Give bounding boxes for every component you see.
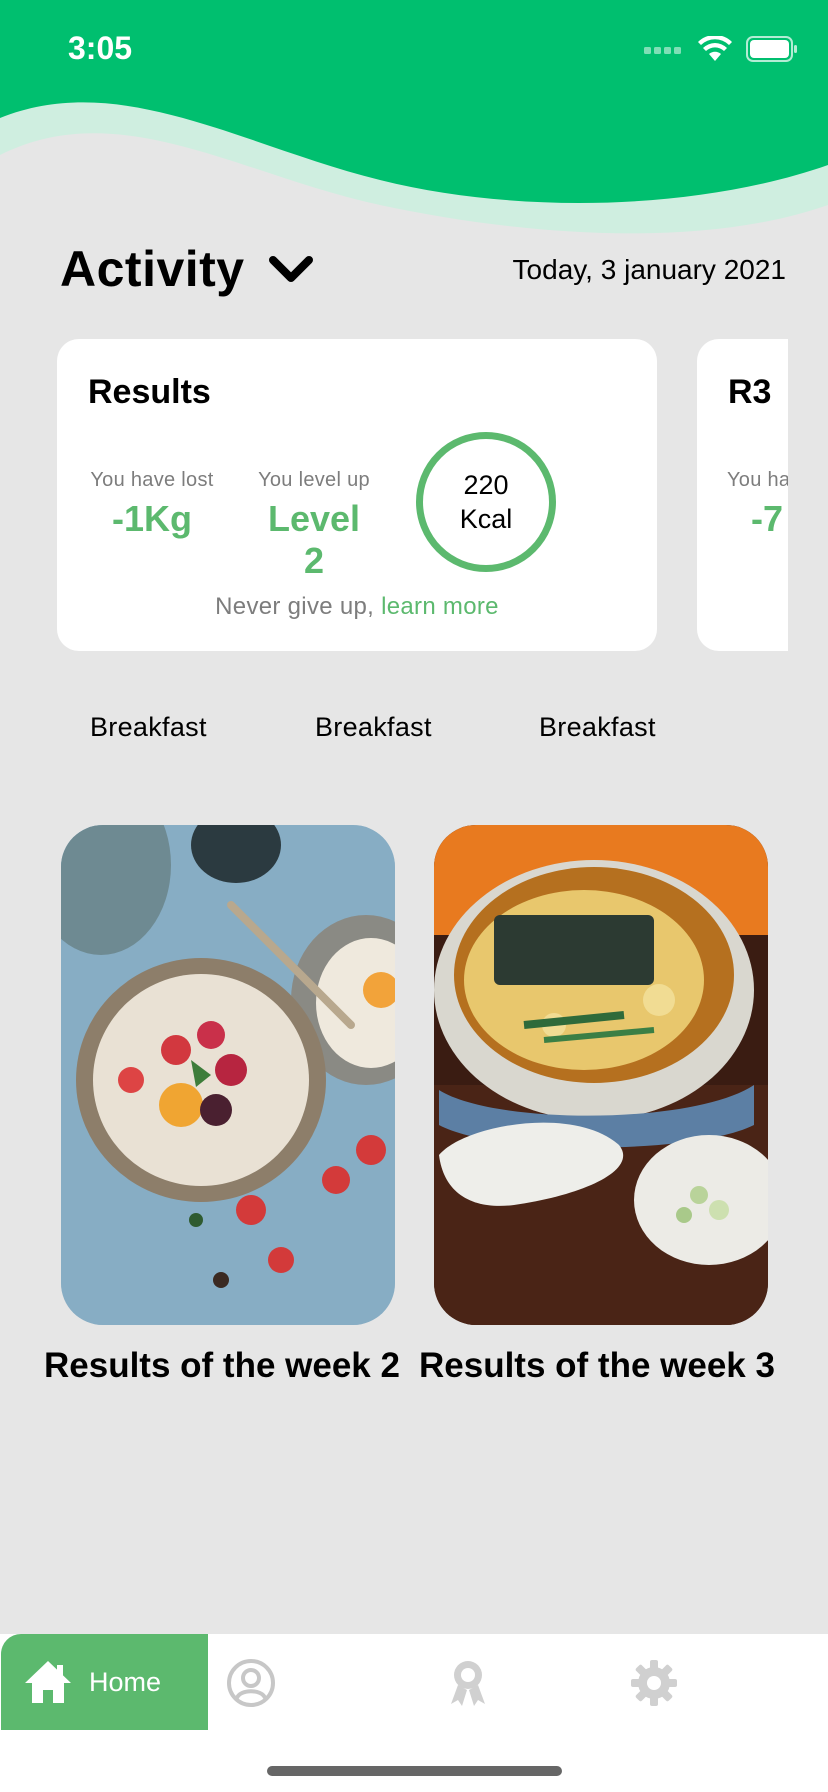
activity-title: Activity: [60, 241, 245, 297]
battery-icon: [746, 36, 797, 62]
food-photo-oatmeal-bowl[interactable]: [61, 825, 395, 1325]
home-indicator: [267, 1766, 562, 1776]
meal-tab-breakfast[interactable]: Breakfast: [315, 712, 432, 743]
status-bar: 3:05: [0, 0, 828, 100]
meal-tabs: Breakfast Breakfast Breakfast: [0, 712, 828, 752]
profile-icon[interactable]: [226, 1658, 276, 1708]
nav-home-label: Home: [89, 1666, 162, 1697]
motto-text: Never give up, learn more: [57, 593, 657, 621]
settings-icon[interactable]: [629, 1658, 679, 1708]
results-card-peek[interactable]: R3 You ha -7: [697, 339, 788, 651]
card-title: R3: [728, 373, 772, 411]
photo-caption: Results of the week 2: [44, 1346, 400, 1385]
level-stat: You level up Level 2: [254, 469, 374, 582]
weight-lost-stat: You have lost -1Kg: [87, 469, 217, 540]
food-photo-ramen-bowl[interactable]: [434, 825, 768, 1325]
weight-lost-value: -1Kg: [112, 498, 192, 539]
photo-caption: Results of the week 3: [419, 1346, 775, 1385]
date-label: Today, 3 january 2021: [512, 254, 786, 285]
status-time: 3:05: [68, 30, 133, 66]
weight-lost-value: -7: [751, 498, 784, 539]
signal-icon: [644, 47, 681, 54]
home-icon: [25, 1661, 71, 1703]
weight-lost-label: You ha: [727, 469, 788, 491]
chevron-down-icon[interactable]: [267, 252, 315, 286]
weight-lost-label: You have lost: [90, 469, 214, 491]
motto-label: Never give up,: [215, 593, 375, 620]
nav-home-tab[interactable]: Home: [1, 1634, 208, 1730]
results-carousel[interactable]: Results You have lost -1Kg You level up …: [0, 339, 788, 653]
level-label: You level up: [258, 469, 370, 491]
meal-tab-breakfast[interactable]: Breakfast: [539, 712, 656, 743]
level-value: Level 2: [267, 498, 361, 581]
food-photo-oatmeal-icon: [61, 825, 395, 1325]
results-card[interactable]: Results You have lost -1Kg You level up …: [57, 339, 657, 651]
food-photo-ramen-icon: [434, 825, 768, 1325]
learn-more-link[interactable]: learn more: [381, 593, 499, 620]
wifi-icon: [698, 36, 732, 61]
weight-lost-stat: You ha -7: [727, 469, 788, 540]
status-icons: [644, 36, 798, 62]
meal-tab-breakfast[interactable]: Breakfast: [90, 712, 207, 743]
activity-selector[interactable]: Activity: [60, 240, 315, 298]
kcal-unit: Kcal: [459, 504, 513, 534]
kcal-value: 220: [463, 470, 509, 500]
award-icon[interactable]: [443, 1658, 493, 1708]
kcal-ring: 220 Kcal: [416, 432, 556, 572]
card-title: Results: [88, 373, 211, 411]
